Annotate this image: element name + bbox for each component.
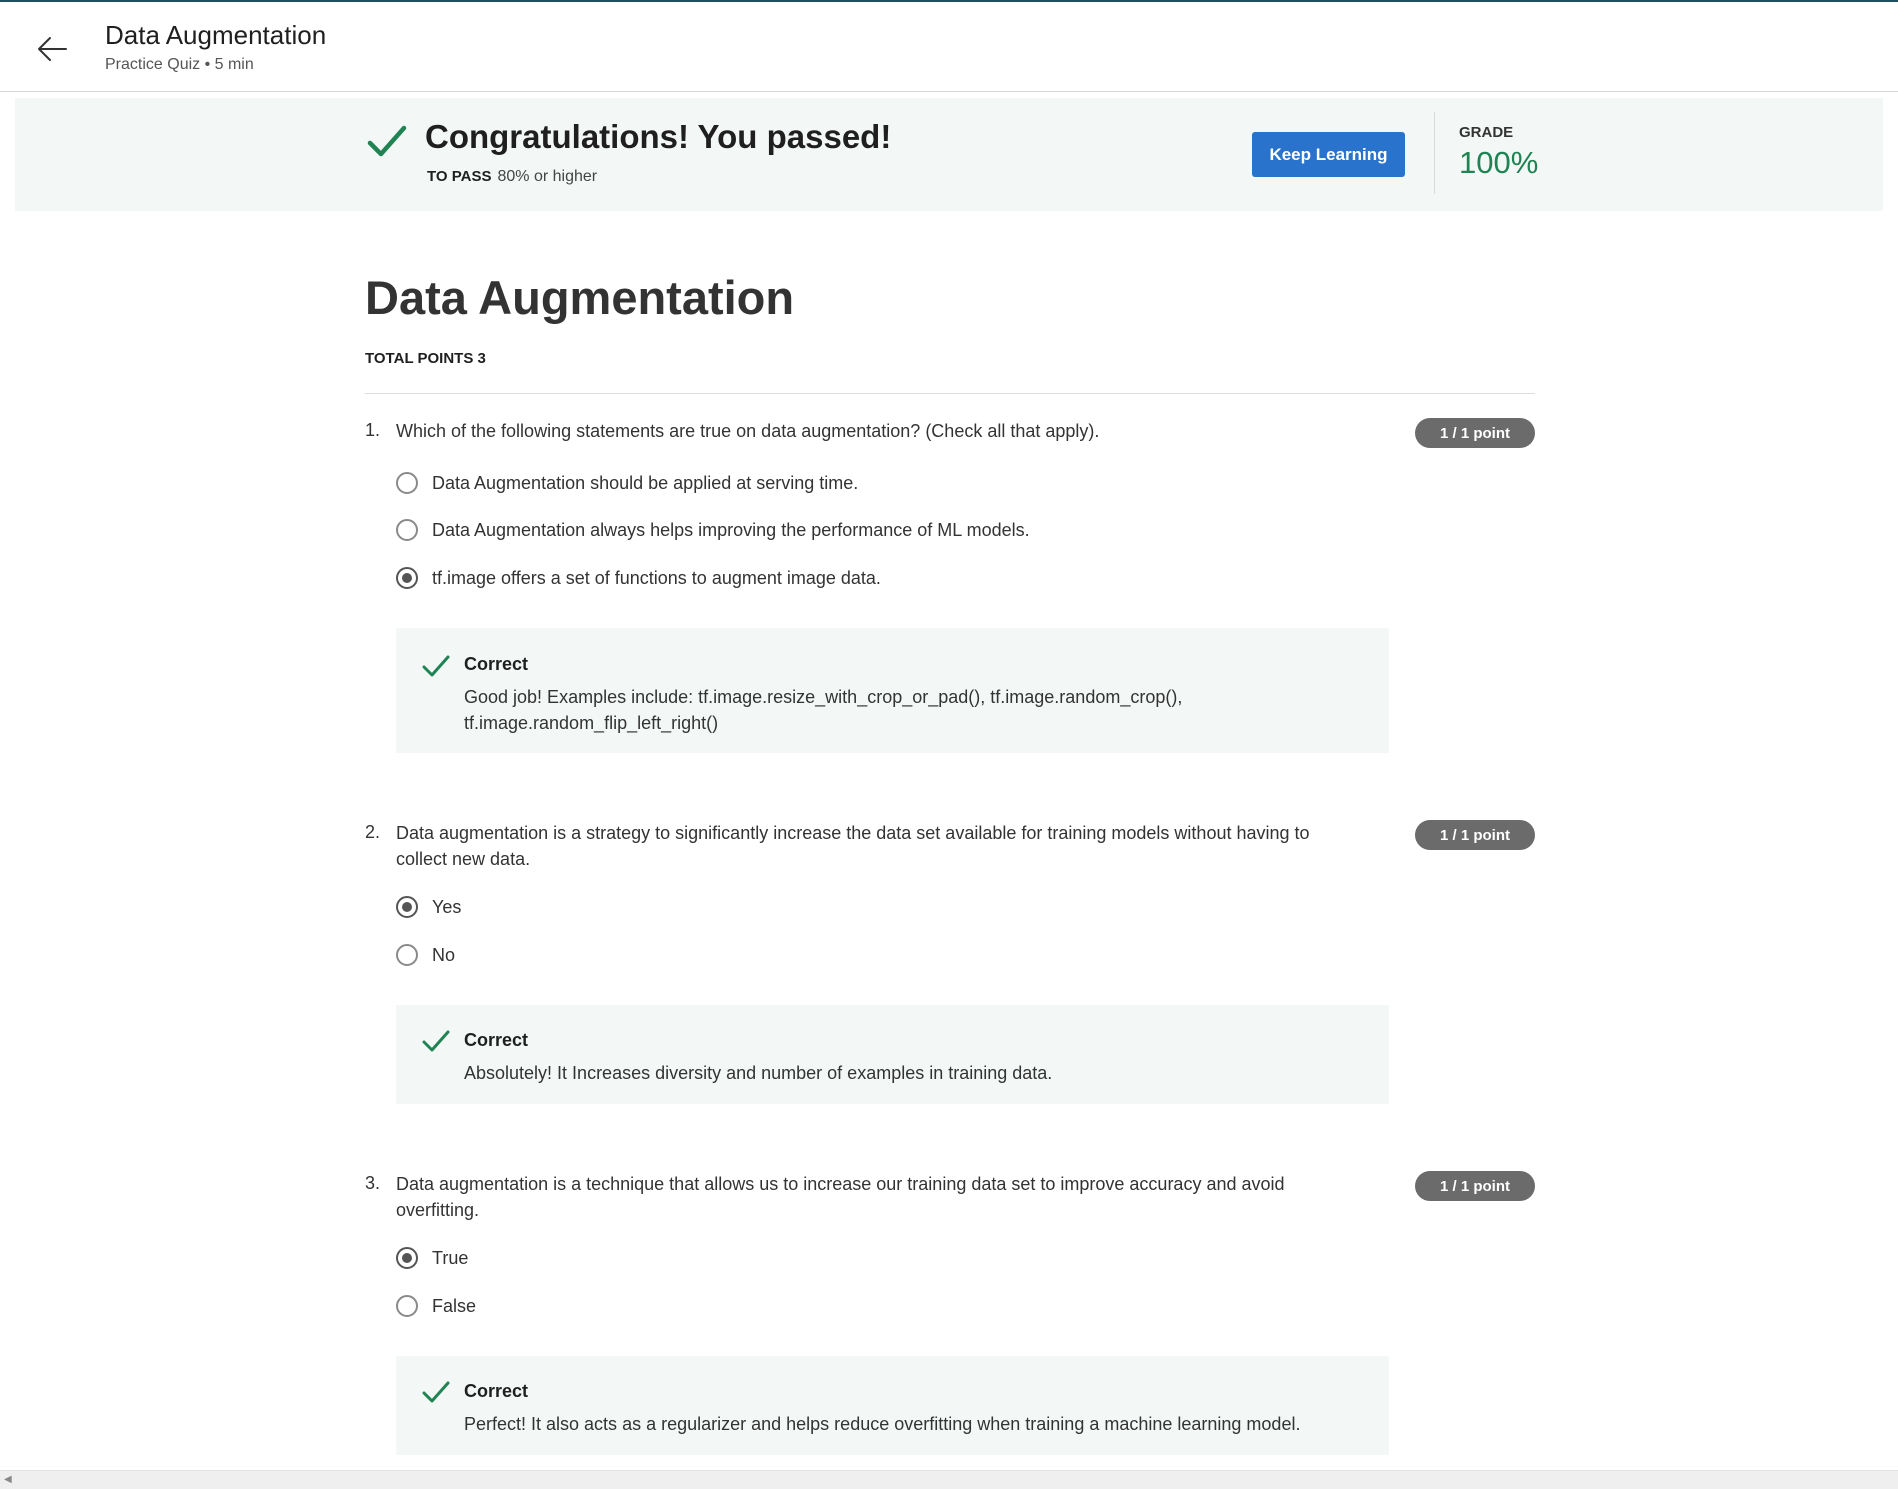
feedback-title: Correct bbox=[464, 1381, 529, 1401]
feedback-title: Correct bbox=[464, 1030, 529, 1050]
question-text: Data augmentation is a technique that al… bbox=[396, 1174, 1285, 1220]
feedback-text: Absolutely! It Increases diversity and n… bbox=[464, 1063, 1053, 1083]
page-header: Data Augmentation Practice Quiz • 5 min bbox=[0, 2, 1898, 92]
option-label: Data Augmentation should be applied at s… bbox=[432, 472, 859, 493]
radio-button-selected[interactable] bbox=[396, 567, 418, 589]
total-points: TOTAL POINTS 3 bbox=[365, 350, 486, 367]
arrow-left-icon bbox=[38, 37, 67, 61]
check-icon bbox=[367, 125, 407, 157]
pass-message: Congratulations! You passed! bbox=[425, 118, 892, 155]
check-icon bbox=[422, 1381, 450, 1403]
header-subtitle: Practice Quiz • 5 min bbox=[105, 56, 254, 73]
radio-button[interactable] bbox=[396, 519, 418, 541]
answer-option[interactable]: True bbox=[396, 1247, 468, 1269]
to-pass-info: TO PASS 80% or higher bbox=[427, 168, 597, 186]
answer-option[interactable]: False bbox=[396, 1295, 476, 1317]
question-number: 1. bbox=[365, 420, 381, 440]
points-badge: 1 / 1 point bbox=[1415, 1171, 1535, 1201]
result-banner bbox=[15, 98, 1883, 211]
quiz-title: Data Augmentation bbox=[365, 271, 795, 324]
answer-option[interactable]: No bbox=[396, 944, 455, 966]
question-number: 2. bbox=[365, 822, 381, 842]
feedback-box: Correct Absolutely! It Increases diversi… bbox=[396, 1005, 1389, 1104]
check-icon bbox=[422, 1030, 450, 1052]
to-pass-value: 80% or higher bbox=[497, 168, 598, 185]
grade-value: 100% bbox=[1459, 145, 1539, 180]
answer-option[interactable]: Yes bbox=[396, 896, 461, 918]
divider bbox=[365, 393, 1535, 394]
grade-label: GRADE bbox=[1459, 124, 1514, 141]
scroll-left-icon[interactable]: ◀ bbox=[4, 1474, 12, 1485]
radio-button[interactable] bbox=[396, 1295, 418, 1317]
option-label: No bbox=[432, 944, 456, 965]
question-number: 3. bbox=[365, 1173, 381, 1193]
back-button[interactable] bbox=[30, 27, 74, 71]
answer-option[interactable]: Data Augmentation should be applied at s… bbox=[396, 472, 858, 494]
divider bbox=[1434, 112, 1435, 194]
radio-button[interactable] bbox=[396, 944, 418, 966]
feedback-text: Perfect! It also acts as a regularizer a… bbox=[464, 1414, 1301, 1434]
answer-option[interactable]: Data Augmentation always helps improving… bbox=[396, 519, 1030, 541]
option-label: Data Augmentation always helps improving… bbox=[432, 519, 1030, 540]
header-title: Data Augmentation bbox=[105, 20, 327, 50]
option-label: Yes bbox=[432, 896, 462, 917]
horizontal-scrollbar[interactable]: ◀ bbox=[0, 1470, 1898, 1489]
check-icon bbox=[422, 655, 450, 677]
feedback-title: Correct bbox=[464, 654, 529, 674]
keep-learning-button[interactable]: Keep Learning bbox=[1252, 132, 1405, 177]
option-label: tf.image offers a set of functions to au… bbox=[432, 567, 881, 588]
to-pass-label: TO PASS bbox=[427, 168, 492, 185]
option-label: False bbox=[432, 1295, 477, 1316]
feedback-box: Correct Perfect! It also acts as a regul… bbox=[396, 1356, 1389, 1455]
points-badge: 1 / 1 point bbox=[1415, 418, 1535, 448]
answer-option[interactable]: tf.image offers a set of functions to au… bbox=[396, 567, 881, 589]
feedback-text: Good job! Examples include: tf.image.res… bbox=[464, 687, 1183, 733]
question-text: Data augmentation is a strategy to signi… bbox=[396, 823, 1310, 869]
feedback-box: Correct Good job! Examples include: tf.i… bbox=[396, 628, 1389, 753]
radio-button[interactable] bbox=[396, 472, 418, 494]
option-label: True bbox=[432, 1247, 469, 1268]
points-badge: 1 / 1 point bbox=[1415, 820, 1535, 850]
radio-button-selected[interactable] bbox=[396, 1247, 418, 1269]
radio-button-selected[interactable] bbox=[396, 896, 418, 918]
question-text: Which of the following statements are tr… bbox=[396, 421, 1100, 441]
